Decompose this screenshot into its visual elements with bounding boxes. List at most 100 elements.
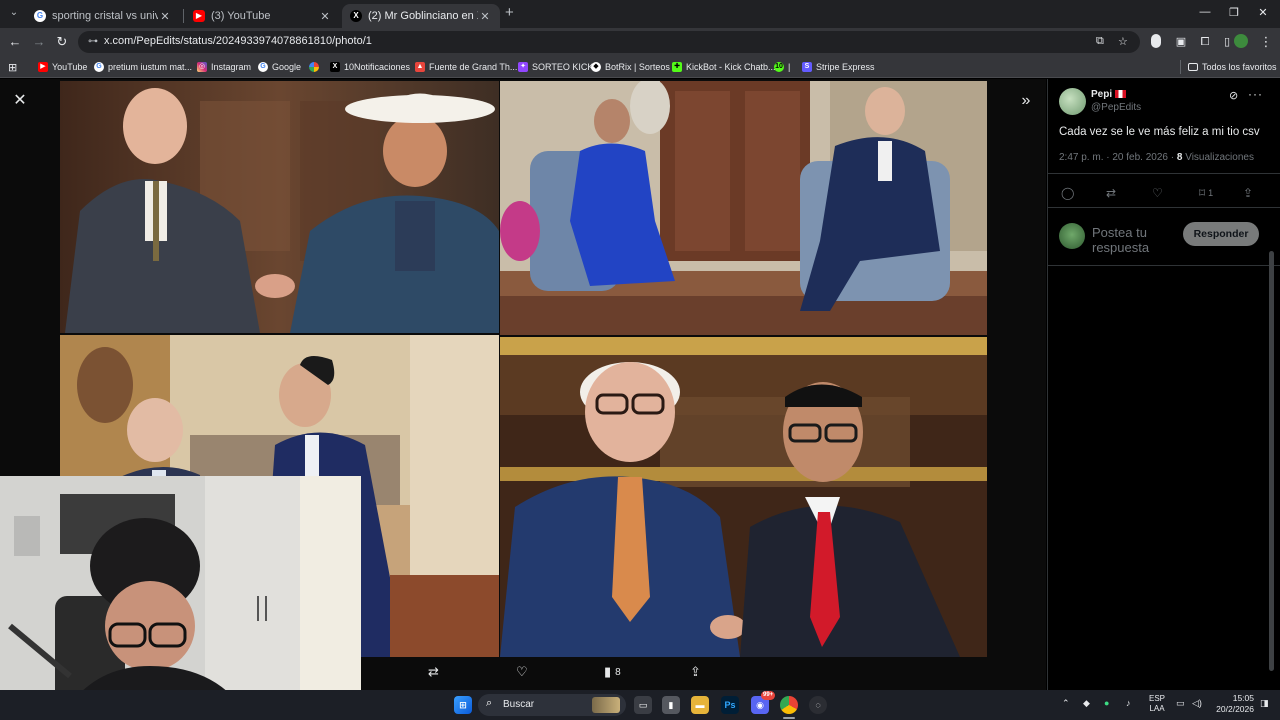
grok-icon[interactable]: ⊘	[1229, 89, 1238, 102]
back-icon[interactable]: ←	[7, 34, 23, 50]
extension-icon[interactable]	[1151, 34, 1161, 48]
bookmark-label: 10Notificaciones	[344, 62, 411, 72]
pinwheel-icon	[309, 62, 319, 72]
bookmark-10notificaciones[interactable]: X 10Notificaciones	[330, 60, 410, 74]
forward-icon[interactable]: →	[31, 34, 47, 50]
media-like-icon[interactable]: ♡	[516, 664, 528, 680]
bookmark-stripe-express[interactable]: S Stripe Express	[802, 60, 875, 74]
reload-icon[interactable]: ↻	[54, 34, 70, 50]
tab-search-icon[interactable]: ⌄	[6, 5, 22, 21]
bookmark-button[interactable]: ⌑ 1	[1199, 186, 1213, 200]
new-tab-icon[interactable]: +	[505, 5, 519, 21]
keyboard-layout: LAA	[1149, 704, 1165, 713]
divider	[1048, 207, 1280, 208]
volume-icon[interactable]: ◁)	[1192, 698, 1202, 709]
author-name[interactable]: Pepi	[1091, 89, 1127, 100]
reply-icon[interactable]: ◯	[1061, 186, 1074, 200]
share-icon[interactable]: ⇪	[1243, 186, 1253, 200]
address-bar[interactable]: ⊶ x.com/PepEdits/status/2024933974078861…	[78, 31, 1140, 53]
bookmark-pretium[interactable]: G pretium iustum mat...	[94, 60, 192, 74]
like-icon[interactable]: ♡	[1152, 186, 1163, 200]
restore-icon[interactable]: ❐	[1227, 6, 1241, 19]
stripe-icon: S	[802, 62, 812, 72]
bookmark-grand-theft[interactable]: ▲ Fuente de Grand Th...	[415, 60, 517, 74]
tray-overflow-icon[interactable]: ⌃	[1062, 698, 1070, 709]
media-share-icon[interactable]: ⇪	[690, 664, 701, 680]
views-bar-icon: ▮	[604, 664, 612, 679]
menu-kebab-icon[interactable]: ⋮	[1258, 34, 1274, 50]
bookmark-star-icon[interactable]: ☆	[1118, 35, 1128, 48]
bookmark-pinwheel[interactable]	[309, 60, 323, 74]
bookmark-google[interactable]: G Google	[258, 60, 301, 74]
author-handle[interactable]: @PepEdits	[1091, 102, 1141, 113]
media-control-icon[interactable]: ▣	[1173, 34, 1189, 50]
windows-start-icon[interactable]: ⊞	[454, 696, 472, 714]
scrollbar[interactable]	[1269, 251, 1274, 671]
google-icon: G	[94, 62, 104, 72]
bookmark-sorteo-kick[interactable]: ✦ SORTEO KICK	[518, 60, 593, 74]
tab-youtube[interactable]: ▶ (3) YouTube ✕	[185, 4, 340, 28]
site-info-icon[interactable]: ⊶	[88, 36, 100, 48]
network-icon[interactable]: ▭	[1176, 698, 1185, 709]
close-tab-icon[interactable]: ✕	[478, 10, 492, 23]
tab-x-post[interactable]: X (2) Mr Goblinciano en X: "Cons ✕	[342, 4, 500, 28]
bookmark-youtube[interactable]: ▶ YouTube	[38, 60, 87, 74]
reply-button[interactable]: Responder	[1183, 222, 1259, 246]
media-views-count: 8	[615, 666, 621, 678]
file-explorer-icon[interactable]: ▬	[691, 696, 709, 714]
microphone-icon[interactable]: ♪	[1126, 698, 1131, 708]
close-tab-icon[interactable]: ✕	[318, 10, 332, 23]
all-bookmarks-folder[interactable]: Todos los favoritos	[1188, 60, 1277, 74]
app-icon[interactable]: ◌	[809, 696, 827, 714]
bookmark-botrix[interactable]: ◆ BotRix | Sorteos	[591, 60, 670, 74]
photoshop-icon[interactable]: Ps	[721, 696, 739, 714]
language-code: ESP	[1148, 694, 1165, 703]
tray-app-icon[interactable]: ◆	[1083, 698, 1090, 709]
taskbar-search[interactable]: ⌕ Buscar	[478, 694, 626, 716]
tweet-timestamp[interactable]: 2:47 p. m. · 20 feb. 2026 ·	[1059, 152, 1174, 163]
media-retweet-icon[interactable]: ⇄	[428, 664, 439, 680]
tray-app-icon[interactable]: ●	[1104, 698, 1109, 708]
notifications-icon[interactable]: ◨	[1260, 698, 1269, 709]
divider	[1048, 173, 1280, 174]
my-avatar	[1059, 223, 1085, 249]
extensions-puzzle-icon[interactable]: ⧠	[1197, 34, 1213, 50]
bookmark-label: Fuente de Grand Th...	[429, 62, 518, 72]
tweet-side-panel: Pepi @PepEdits ⊘ ··· Cada vez se le ve m…	[1047, 79, 1280, 690]
bookmark-kick-10[interactable]: 10 |	[774, 60, 790, 74]
input-language[interactable]: ESP LAA	[1148, 694, 1166, 714]
avatar[interactable]	[1059, 88, 1086, 115]
retweet-icon[interactable]: ⇄	[1106, 186, 1116, 200]
task-view-icon[interactable]: ▭	[634, 696, 652, 714]
media-views[interactable]: ▮ 8	[604, 664, 621, 680]
bookmark-label: Google	[272, 62, 302, 72]
folder-icon	[1188, 63, 1198, 71]
google-icon: G	[34, 10, 46, 22]
chrome-icon[interactable]	[780, 696, 798, 714]
bookmark-label: Stripe Express	[816, 62, 875, 72]
reply-input[interactable]: Postea tu respuesta	[1092, 225, 1182, 255]
x-icon: X	[350, 10, 362, 22]
bookmark-icon: ▲	[415, 62, 425, 72]
install-app-icon[interactable]: ⧉	[1096, 35, 1104, 48]
author-name-text: Pepi	[1091, 89, 1113, 100]
bookmark-label: pretium iustum mat...	[108, 62, 193, 72]
bookmark-kickbot[interactable]: ✚ KickBot - Kick Chatb...	[672, 60, 776, 74]
close-icon[interactable]: ✕	[10, 91, 30, 111]
youtube-icon: ▶	[193, 10, 205, 22]
discord-icon[interactable]: ◉ 99+	[751, 691, 776, 714]
profile-avatar-icon[interactable]	[1234, 34, 1248, 48]
side-panel-icon[interactable]: ▯	[1219, 34, 1235, 50]
tab-divider	[183, 9, 184, 23]
close-window-icon[interactable]: ✕	[1256, 6, 1270, 19]
bookmark-instagram[interactable]: ◎ Instagram	[197, 60, 251, 74]
collapse-panel-icon[interactable]: »	[1016, 91, 1036, 111]
system-clock[interactable]: 15:05 20/2/2026	[1212, 693, 1254, 715]
close-tab-icon[interactable]: ✕	[158, 10, 172, 23]
more-options-icon[interactable]: ···	[1248, 87, 1263, 101]
minimize-icon[interactable]: —	[1198, 6, 1212, 18]
tab-sporting-cristal[interactable]: G sporting cristal vs universitario ✕	[26, 4, 180, 28]
app-icon[interactable]: ▮	[662, 696, 680, 714]
apps-grid-icon[interactable]: ⊞	[8, 60, 17, 74]
search-icon: ⌕	[486, 697, 493, 709]
